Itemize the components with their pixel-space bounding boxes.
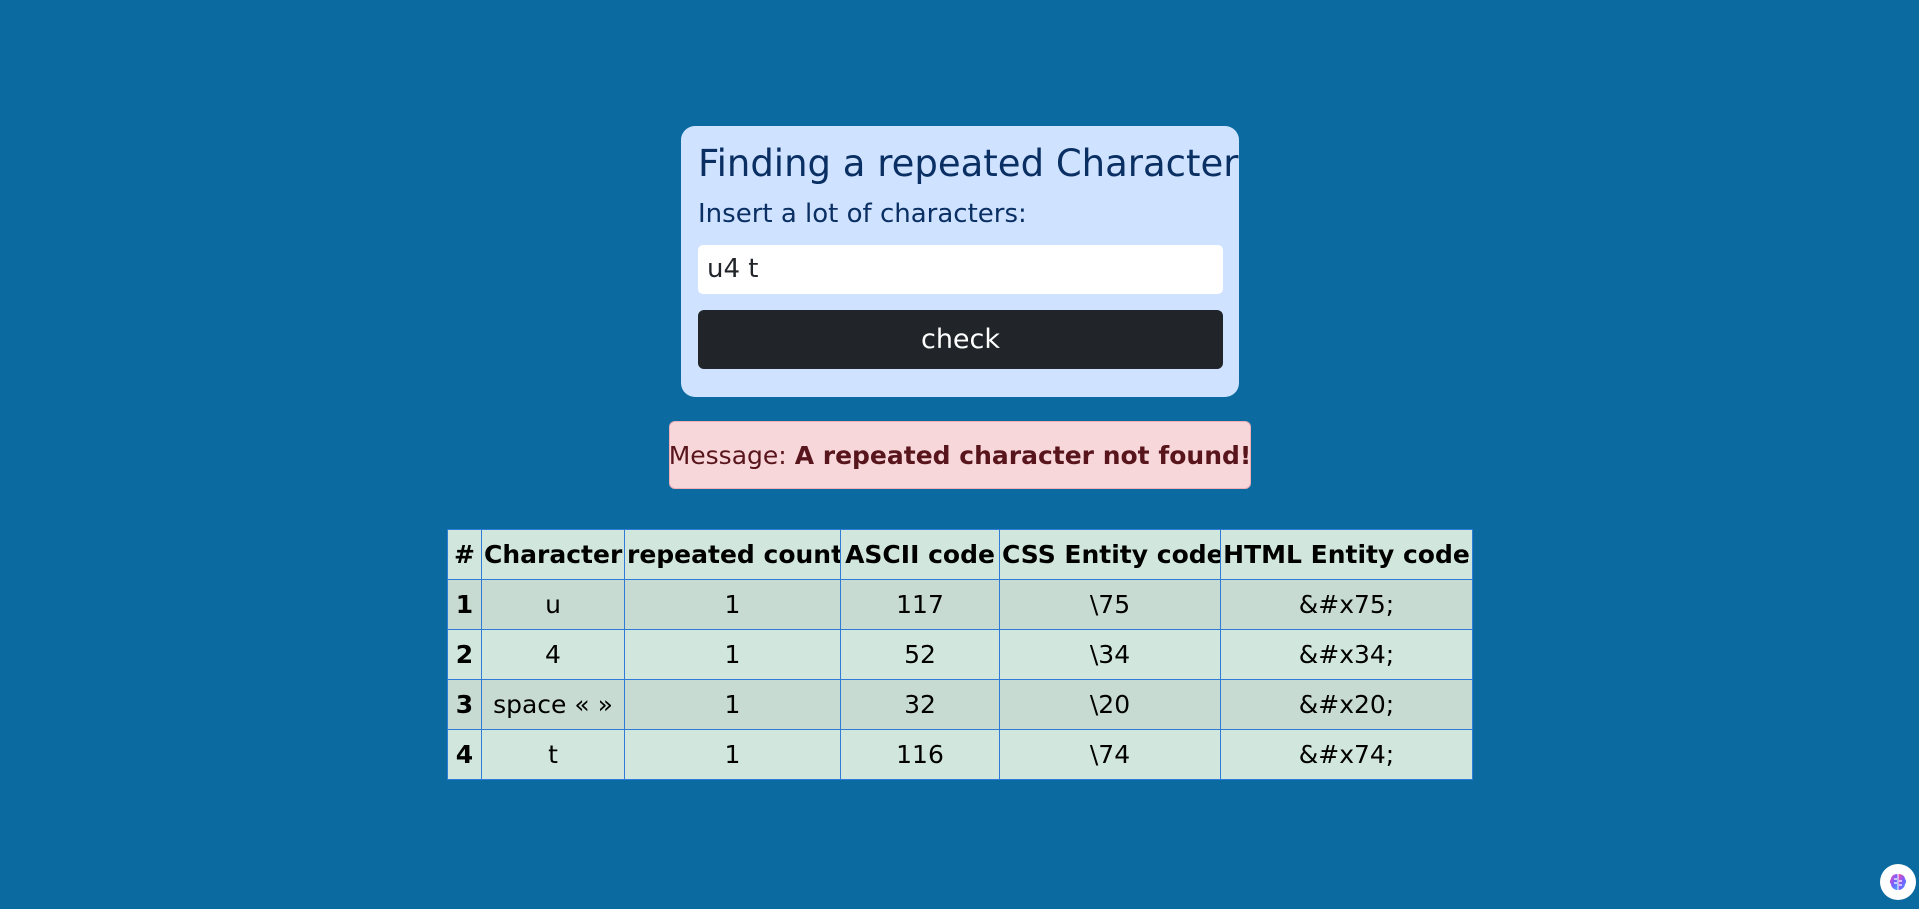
cell-character: space « » xyxy=(481,679,625,730)
cell-html-entity-code: &#x74; xyxy=(1220,729,1473,780)
header-html-entity-code: HTML Entity code xyxy=(1220,529,1473,580)
cell-character: u xyxy=(481,579,625,630)
cell-ascii-code: 117 xyxy=(840,579,1000,630)
row-index: 3 xyxy=(447,679,482,730)
cell-css-entity-code: \34 xyxy=(999,629,1221,680)
cell-repeated-count: 1 xyxy=(624,579,841,630)
check-button[interactable]: check xyxy=(698,309,1223,369)
message-prefix: Message: xyxy=(668,440,787,470)
header-index: # xyxy=(447,529,482,580)
cell-ascii-code: 32 xyxy=(840,679,1000,730)
table-row: 3 space « » 1 32 \20 &#x20; xyxy=(447,679,1473,730)
brain-icon xyxy=(1889,874,1907,890)
header-css-entity-code: CSS Entity code xyxy=(999,529,1221,580)
row-index: 4 xyxy=(447,729,482,780)
page-title: Finding a repeated Character xyxy=(698,142,1239,185)
header-character: Character xyxy=(481,529,625,580)
characters-input[interactable] xyxy=(698,244,1223,294)
cell-repeated-count: 1 xyxy=(624,679,841,730)
result-table: # Character repeated count ASCII code CS… xyxy=(447,529,1473,780)
row-index: 2 xyxy=(447,629,482,680)
cell-css-entity-code: \75 xyxy=(999,579,1221,630)
cell-repeated-count: 1 xyxy=(624,629,841,680)
table-row: 4 t 1 116 \74 &#x74; xyxy=(447,729,1473,780)
cell-html-entity-code: &#x20; xyxy=(1220,679,1473,730)
table-header-row: # Character repeated count ASCII code CS… xyxy=(447,529,1473,580)
cell-ascii-code: 116 xyxy=(840,729,1000,780)
message-text: A repeated character not found! xyxy=(794,440,1252,470)
cell-character: 4 xyxy=(481,629,625,680)
assistant-widget-button[interactable] xyxy=(1880,864,1916,900)
header-repeated-count: repeated count xyxy=(624,529,841,580)
cell-ascii-code: 52 xyxy=(840,629,1000,680)
table-row: 2 4 1 52 \34 &#x34; xyxy=(447,629,1473,680)
cell-html-entity-code: &#x34; xyxy=(1220,629,1473,680)
cell-character: t xyxy=(481,729,625,780)
cell-repeated-count: 1 xyxy=(624,729,841,780)
header-ascii-code: ASCII code xyxy=(840,529,1000,580)
row-index: 1 xyxy=(447,579,482,630)
cell-css-entity-code: \20 xyxy=(999,679,1221,730)
table-row: 1 u 1 117 \75 &#x75; xyxy=(447,579,1473,630)
input-card: Finding a repeated Character Insert a lo… xyxy=(681,126,1239,397)
cell-css-entity-code: \74 xyxy=(999,729,1221,780)
cell-html-entity-code: &#x75; xyxy=(1220,579,1473,630)
message-alert: Message: A repeated character not found! xyxy=(669,421,1251,489)
input-label: Insert a lot of characters: xyxy=(698,199,1027,230)
